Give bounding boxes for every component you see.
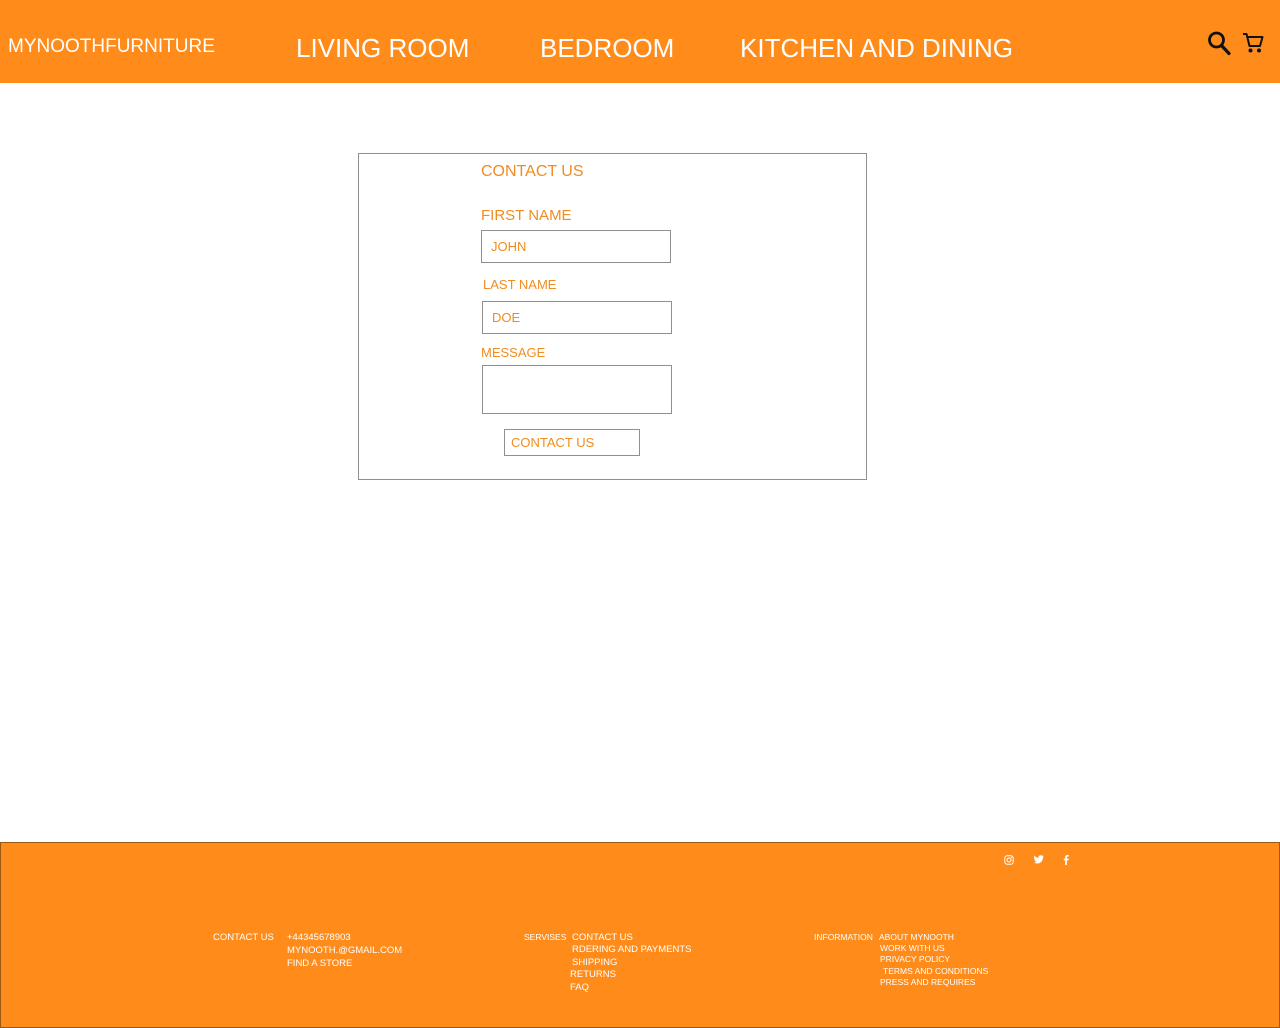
footer-find-a-store[interactable]: FIND A STORE [287, 958, 352, 969]
nav-kitchen-and-dining[interactable]: KITCHEN AND DINING [740, 33, 1013, 64]
facebook-icon[interactable] [1063, 855, 1069, 867]
site-footer [0, 842, 1280, 1028]
footer-link-ordering-and-payments[interactable]: RDERING AND PAYMENTS [572, 944, 691, 955]
footer-link-terms-and-conditions[interactable]: TERMS AND CONDITIONS [883, 966, 988, 977]
footer-link-faq[interactable]: FAQ [570, 982, 589, 993]
footer-link-contact-us[interactable]: CONTACT US [572, 932, 633, 943]
cart-icon[interactable] [1242, 32, 1264, 59]
footer-link-press-and-requires[interactable]: PRESS AND REQUIRES [880, 977, 975, 988]
nav-living-room[interactable]: LIVING ROOM [296, 33, 469, 64]
instagram-icon[interactable] [1004, 855, 1014, 867]
contact-us-submit-button[interactable]: CONTACT US [504, 429, 640, 456]
search-icon[interactable] [1207, 30, 1231, 61]
last-name-input[interactable] [482, 301, 672, 334]
footer-link-returns[interactable]: RETURNS [570, 969, 616, 980]
footer-link-shipping[interactable]: SHIPPING [572, 957, 617, 968]
first-name-label: FIRST NAME [481, 207, 572, 224]
form-title: CONTACT US [481, 163, 584, 180]
message-textarea[interactable] [482, 365, 672, 414]
footer-link-work-with-us[interactable]: WORK WITH US [880, 943, 945, 954]
first-name-input[interactable] [481, 230, 671, 263]
footer-link-about-mynooth[interactable]: ABOUT MYNOOTH [879, 932, 954, 943]
nav-bedroom[interactable]: BEDROOM [540, 33, 674, 64]
message-label: MESSAGE [481, 345, 546, 360]
twitter-icon[interactable] [1033, 855, 1044, 866]
footer-services-heading: SERVISES [524, 932, 567, 942]
brand-logo[interactable]: MYNOOTHFURNITURE [8, 36, 215, 58]
footer-phone[interactable]: +44345678903 [287, 932, 351, 943]
last-name-label: LAST NAME [483, 277, 557, 292]
footer-link-privacy-policy[interactable]: PRIVACY POLICY [880, 954, 950, 965]
footer-email[interactable]: MYNOOTH.@GMAIL.COM [287, 945, 402, 956]
footer-contact-heading: CONTACT US [213, 932, 274, 943]
footer-information-heading: INFORMATION [814, 932, 873, 942]
top-header: MYNOOTHFURNITURE LIVING ROOM BEDROOM KIT… [0, 0, 1280, 83]
